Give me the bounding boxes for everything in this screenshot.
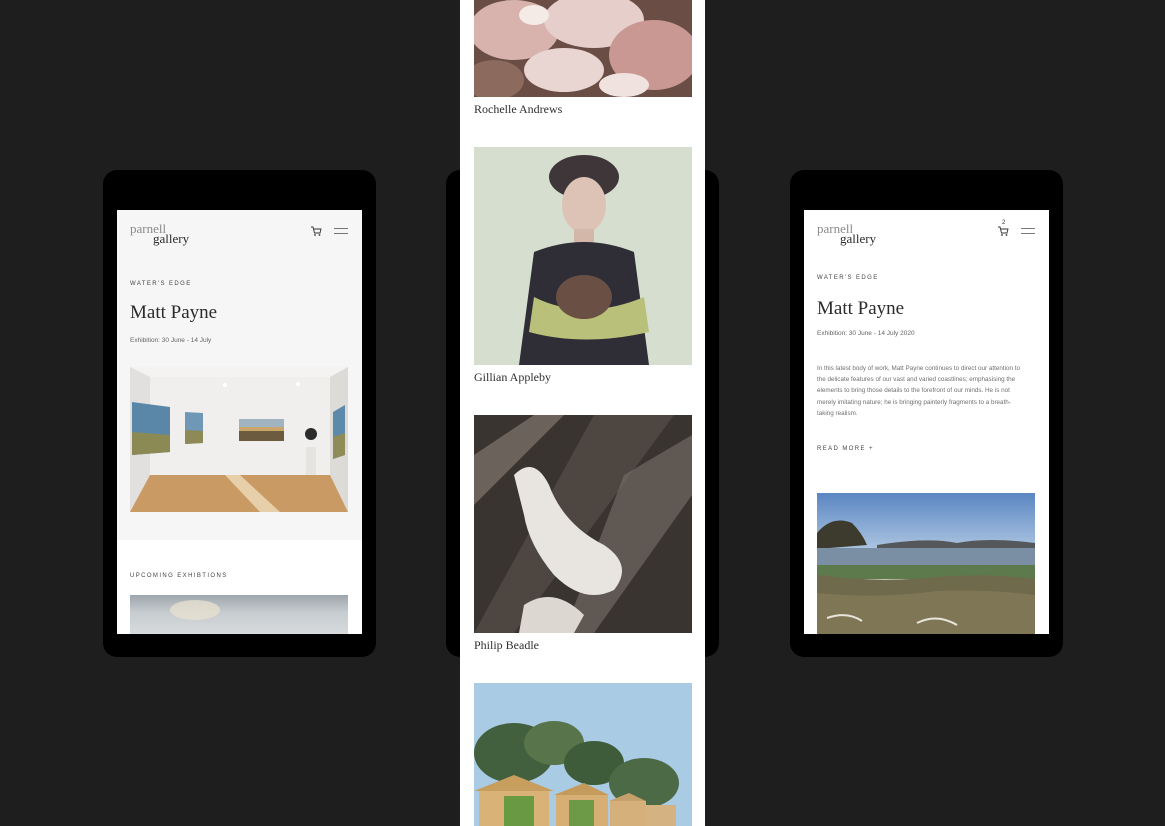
description-line: merely imitating nature; he is bringing …: [817, 398, 1011, 406]
logo-line2: gallery: [840, 231, 877, 246]
description-line: elements to bring those details to the f…: [817, 387, 1010, 395]
cart-count-badge: 2: [1002, 220, 1006, 226]
upcoming-section: UPCOMING EXHIBTIONS: [117, 540, 362, 634]
description-line: taking realism.: [817, 409, 858, 417]
right-device-frame: parnell gallery 2 WATER'S EDGE Matt Payn…: [790, 170, 1063, 657]
artists-list-screen: Rochelle Andrews Gillian Appleby Philip …: [460, 0, 705, 826]
artwork-rochelle-andrews[interactable]: [474, 0, 692, 97]
artwork-beach-huts[interactable]: [474, 683, 692, 826]
exhibition-eyebrow: WATER'S EDGE: [817, 275, 879, 281]
right-screen: parnell gallery 2 WATER'S EDGE Matt Payn…: [804, 210, 1049, 634]
artist-name[interactable]: Rochelle Andrews: [474, 102, 562, 117]
coastline-image[interactable]: [817, 493, 1035, 634]
cart-icon[interactable]: [310, 225, 322, 237]
exhibition-dates: Exhibition: 30 June - 14 July: [130, 337, 212, 344]
artwork-philip-beadle[interactable]: [474, 415, 692, 633]
upcoming-exhibition-image[interactable]: [130, 595, 348, 634]
left-screen: parnell gallery WATER'S EDGE Matt Payne …: [117, 210, 362, 634]
cart-icon[interactable]: [997, 225, 1009, 237]
left-device-frame: parnell gallery WATER'S EDGE Matt Payne …: [103, 170, 376, 657]
exhibition-title: Matt Payne: [817, 298, 905, 319]
artist-name[interactable]: Philip Beadle: [474, 638, 539, 653]
menu-icon[interactable]: [1020, 227, 1036, 235]
artwork-gillian-appleby[interactable]: [474, 147, 692, 365]
exhibition-description: In this latest body of work, Matt Payne …: [817, 363, 1039, 419]
gallery-logo[interactable]: parnell gallery: [130, 222, 189, 245]
read-more-link[interactable]: READ MORE +: [817, 446, 874, 452]
exhibition-title: Matt Payne: [130, 302, 218, 323]
description-line: the delicate features of our vast and va…: [817, 376, 1016, 384]
exhibition-dates: Exhibition: 30 June - 14 July 2020: [817, 330, 915, 337]
upcoming-label: UPCOMING EXHIBTIONS: [130, 573, 228, 579]
gallery-room-image[interactable]: [130, 367, 348, 512]
menu-icon[interactable]: [333, 227, 349, 235]
exhibition-eyebrow: WATER'S EDGE: [130, 281, 192, 287]
description-line: In this latest body of work, Matt Payne …: [817, 365, 1021, 372]
artist-name[interactable]: Gillian Appleby: [474, 370, 551, 385]
logo-line2: gallery: [153, 231, 190, 246]
gallery-logo[interactable]: parnell gallery: [817, 222, 876, 245]
